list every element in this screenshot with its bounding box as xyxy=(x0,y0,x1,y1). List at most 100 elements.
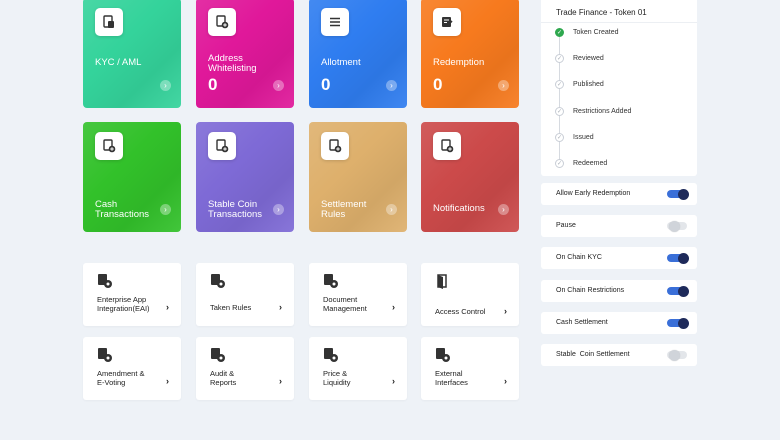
toggle-row-cash-settlement: Cash Settlement xyxy=(541,312,697,334)
step-restrictions-added: ✓ Restrictions Added xyxy=(555,107,631,116)
chevron-right-icon[interactable]: › xyxy=(166,302,169,312)
tile-address-whitelisting[interactable]: Address Whitelisting 0 › xyxy=(196,0,294,108)
toggle-label: Allow Early Redemption xyxy=(556,190,631,197)
settings-document-icon xyxy=(211,348,225,362)
chevron-right-icon[interactable]: › xyxy=(504,306,507,316)
toggle-row-allow-early-redemption: Allow Early Redemption xyxy=(541,183,697,205)
chevron-right-icon[interactable]: › xyxy=(279,302,282,312)
tile-kyc-aml[interactable]: KYC / AML › xyxy=(83,0,181,108)
settings-document-icon xyxy=(98,348,112,362)
document-add-icon xyxy=(208,8,236,36)
card-label: Document Management xyxy=(323,295,367,313)
step-reviewed: ✓ Reviewed xyxy=(555,54,604,63)
step-label: Token Created xyxy=(573,29,619,36)
check-icon: ✓ xyxy=(555,80,564,89)
check-icon: ✓ xyxy=(555,159,564,168)
chevron-right-icon[interactable]: › xyxy=(392,376,395,386)
toggle-label: On Chain KYC xyxy=(556,254,602,261)
tile-notifications[interactable]: Notifications › xyxy=(421,122,519,232)
document-icon xyxy=(95,8,123,36)
tile-stable-coin-transactions[interactable]: Stable Coin Transactions › xyxy=(196,122,294,232)
check-icon: ✓ xyxy=(555,133,564,142)
allow-early-redemption-toggle[interactable] xyxy=(667,188,689,200)
card-amendment-evoting[interactable]: Amendment & E-Voting › xyxy=(83,337,181,400)
step-label: Restrictions Added xyxy=(573,108,632,115)
tile-title: Settlement Rules xyxy=(321,199,367,220)
document-add-icon xyxy=(95,132,123,160)
step-label: Redeemed xyxy=(573,160,608,167)
card-label: Enterprise App Integration(EAI) xyxy=(97,295,150,313)
door-icon xyxy=(437,274,447,289)
step-issued: ✓ Issued xyxy=(555,133,594,142)
list-icon xyxy=(321,8,349,36)
step-published: ✓ Published xyxy=(555,80,604,89)
stable-coin-settlement-toggle[interactable] xyxy=(667,349,687,361)
on-chain-restrictions-toggle[interactable] xyxy=(667,285,689,297)
document-add-icon xyxy=(321,132,349,160)
card-audit-reports[interactable]: Audit & Reports › xyxy=(196,337,294,400)
step-token-created: ✓ Token Created xyxy=(555,28,619,37)
card-taken-rules[interactable]: Taken Rules › xyxy=(196,263,294,326)
check-icon: ✓ xyxy=(555,107,564,116)
toggle-row-on-chain-kyc: On Chain KYC xyxy=(541,247,697,269)
card-label: External Interfaces xyxy=(435,369,468,387)
step-label: Issued xyxy=(573,134,594,141)
chevron-right-icon[interactable]: › xyxy=(273,80,284,91)
card-access-control[interactable]: Access Control › xyxy=(421,263,519,326)
chevron-right-icon[interactable]: › xyxy=(498,204,509,215)
card-label: Amendment & E-Voting xyxy=(97,369,145,387)
toggle-row-on-chain-restrictions: On Chain Restrictions xyxy=(541,280,697,302)
tile-title: KYC / AML xyxy=(95,57,142,68)
chevron-right-icon[interactable]: › xyxy=(279,376,282,386)
toggle-label: Stable Coin Settlement xyxy=(556,351,630,358)
step-redeemed: ✓ Redeemed xyxy=(555,159,607,168)
toggle-row-stable-coin-settlement: Stable Coin Settlement xyxy=(541,344,697,366)
toggle-row-pause: Pause xyxy=(541,215,697,237)
tile-count: 0 xyxy=(433,75,443,94)
chevron-right-icon[interactable]: › xyxy=(160,80,171,91)
settings-document-icon xyxy=(324,348,338,362)
chevron-right-icon[interactable]: › xyxy=(386,204,397,215)
tile-cash-transactions[interactable]: Cash Transactions › xyxy=(83,122,181,232)
tile-settlement-rules[interactable]: Settlement Rules › xyxy=(309,122,407,232)
on-chain-kyc-toggle[interactable] xyxy=(667,252,689,264)
edit-document-icon xyxy=(433,8,461,36)
settings-document-icon xyxy=(211,274,225,288)
toggle-label: Cash Settlement xyxy=(556,319,608,326)
chevron-right-icon[interactable]: › xyxy=(160,204,171,215)
tile-allotment[interactable]: Allotment 0 › xyxy=(309,0,407,108)
chevron-right-icon[interactable]: › xyxy=(273,204,284,215)
chevron-right-icon[interactable]: › xyxy=(166,376,169,386)
card-label: Price & Liquidity xyxy=(323,369,351,387)
document-add-icon xyxy=(208,132,236,160)
chevron-right-icon[interactable]: › xyxy=(392,302,395,312)
check-icon: ✓ xyxy=(555,28,564,37)
document-add-icon xyxy=(433,132,461,160)
step-label: Published xyxy=(573,81,604,88)
check-icon: ✓ xyxy=(555,54,564,63)
tile-title: Redemption xyxy=(433,57,485,68)
pause-toggle[interactable] xyxy=(667,220,687,232)
tile-title: Stable Coin Transactions xyxy=(208,199,263,220)
tile-title: Address Whitelisting xyxy=(208,53,257,74)
chevron-right-icon[interactable]: › xyxy=(386,80,397,91)
card-label: Audit & Reports xyxy=(210,369,237,387)
card-enterprise-app-integration[interactable]: Enterprise App Integration(EAI) › xyxy=(83,263,181,326)
card-document-management[interactable]: Document Management › xyxy=(309,263,407,326)
toggle-label: On Chain Restrictions xyxy=(556,287,625,294)
tile-redemption[interactable]: Redemption 0 › xyxy=(421,0,519,108)
settings-document-icon xyxy=(324,274,338,288)
tile-title: Cash Transactions xyxy=(95,199,150,220)
card-label: Taken Rules xyxy=(210,303,252,312)
step-label: Reviewed xyxy=(573,55,604,62)
chevron-right-icon[interactable]: › xyxy=(498,80,509,91)
cash-settlement-toggle[interactable] xyxy=(667,317,689,329)
settings-document-icon xyxy=(98,274,112,288)
card-price-liquidity[interactable]: Price & Liquidity › xyxy=(309,337,407,400)
card-external-interfaces[interactable]: External Interfaces › xyxy=(421,337,519,400)
panel-title: Trade Finance - Token 01 xyxy=(556,8,647,17)
token-status-panel: Trade Finance - Token 01 ✓ Token Created… xyxy=(541,0,697,176)
tile-title: Allotment xyxy=(321,57,361,68)
tile-count: 0 xyxy=(208,75,218,94)
chevron-right-icon[interactable]: › xyxy=(504,376,507,386)
